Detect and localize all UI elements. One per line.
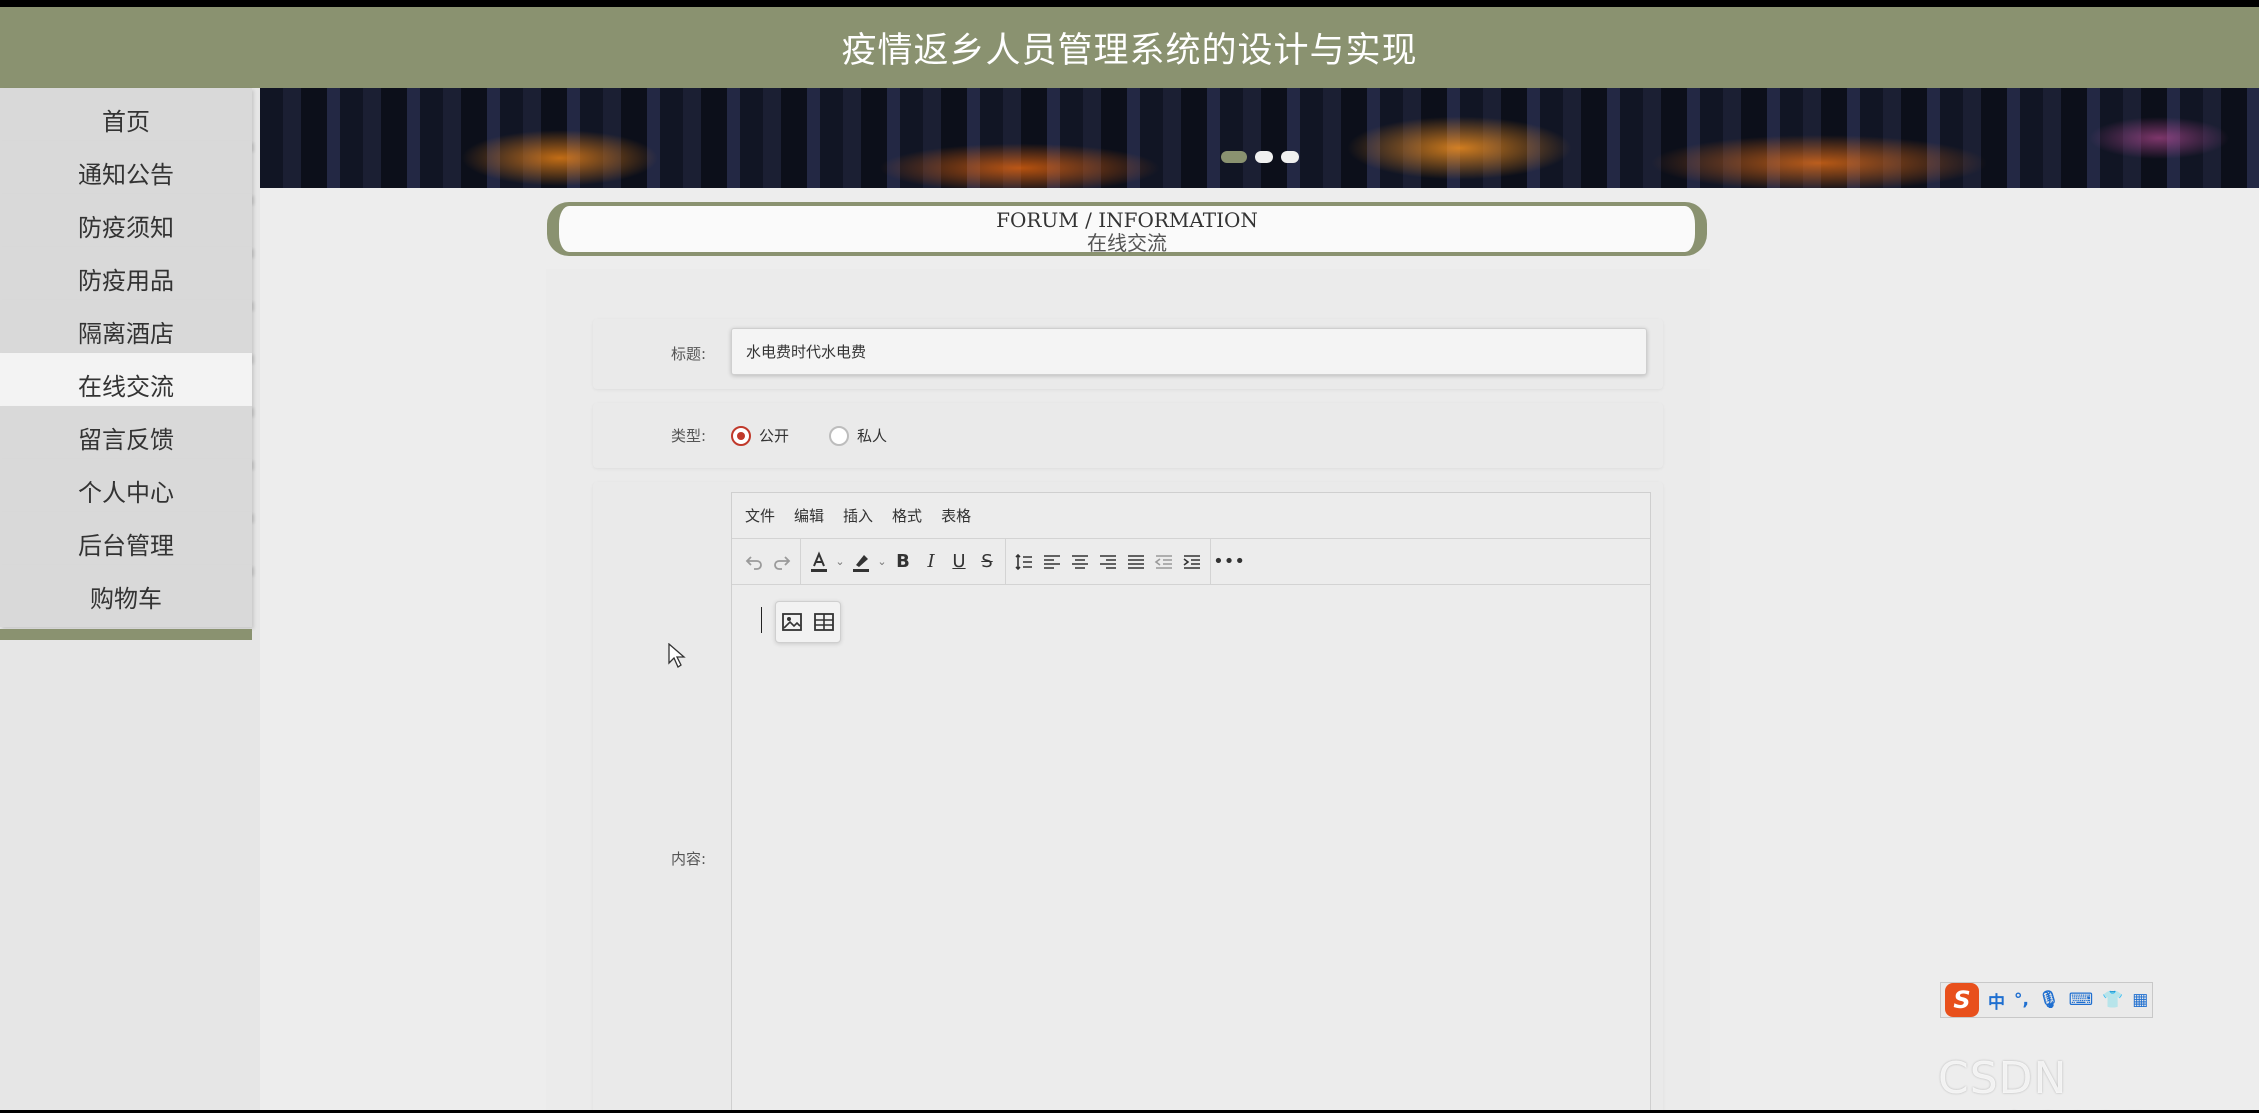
mouse-cursor-icon [668,642,686,673]
menu-format[interactable]: 格式 [892,505,922,526]
ime-logo-icon: S [1945,983,1979,1017]
chevron-down-icon[interactable]: ⌄ [875,555,889,568]
toolbox-icon[interactable]: ▦ [2132,990,2148,1010]
type-row: 类型: 公开 私人 [593,403,1663,468]
app-title: 疫情返乡人员管理系统的设计与实现 [841,31,1418,71]
radio-private[interactable] [829,425,849,446]
sidebar-nav: 首页 通知公告 防疫须知 防疫用品 隔离酒店 在线交流 留言反馈 个人中心 后台… [0,88,260,1110]
editor-toolbar: ⌄ ⌄ B I U S ••• [732,539,1650,585]
title-row: 标题: [593,319,1663,389]
align-right-icon[interactable] [1094,545,1122,579]
carousel-dot-1[interactable] [1221,151,1247,163]
editor-menubar: 文件 编辑 插入 格式 表格 [732,493,1650,539]
title-label: 标题: [670,345,706,363]
align-center-icon[interactable] [1066,545,1094,579]
menu-edit[interactable]: 编辑 [794,505,824,526]
menu-insert[interactable]: 插入 [843,505,873,526]
bold-icon[interactable]: B [889,545,917,579]
indent-icon[interactable] [1178,545,1206,579]
banner-carousel [260,88,2259,188]
punctuation-icon[interactable]: °, [2014,990,2029,1010]
type-public-option[interactable]: 公开 [731,425,789,446]
section-title-cn: 在线交流 [1087,231,1167,255]
carousel-dot-3[interactable] [1281,151,1299,163]
chevron-down-icon[interactable]: ⌄ [833,555,847,568]
browser-viewport: 疫情返乡人员管理系统的设计与实现 首页 通知公告 防疫须知 防疫用品 隔离酒店 … [0,7,2259,1110]
menu-file[interactable]: 文件 [745,505,775,526]
outdent-icon[interactable] [1150,545,1178,579]
section-title-box: FORUM / INFORMATION 在线交流 [547,202,1707,256]
redo-icon[interactable] [768,545,796,579]
strikethrough-icon[interactable]: S [973,545,1001,579]
section-title-en: FORUM / INFORMATION [996,208,1258,232]
app-header: 疫情返乡人员管理系统的设计与实现 [0,7,2259,88]
undo-icon[interactable] [740,545,768,579]
editor-content-area[interactable] [732,585,1650,1110]
radio-public[interactable] [731,425,751,446]
carousel-dot-2[interactable] [1255,151,1273,163]
watermark: CSDN @ck3025 [1938,1053,2150,1110]
microphone-icon[interactable]: 🎙 [2038,990,2060,1010]
content-label: 内容: [670,850,706,868]
ime-mode-label[interactable]: 中 [1988,988,2005,1013]
radio-private-label: 私人 [857,427,888,445]
line-height-icon[interactable] [1010,545,1038,579]
type-label: 类型: [670,427,706,445]
more-icon[interactable]: ••• [1213,545,1245,579]
text-caret [761,607,762,633]
keyboard-icon[interactable]: ⌨ [2069,990,2094,1010]
italic-icon[interactable]: I [917,545,945,579]
radio-public-label: 公开 [759,427,790,445]
skin-icon[interactable]: 👕 [2102,990,2123,1010]
quick-insert-popup [775,601,841,643]
table-icon[interactable] [811,609,837,635]
underline-icon[interactable]: U [945,545,973,579]
highlight-color-icon[interactable] [847,545,875,579]
justify-icon[interactable] [1122,545,1150,579]
text-color-icon[interactable] [805,545,833,579]
image-icon[interactable] [779,609,805,635]
content-row: 内容: 文件 编辑 插入 格式 表格 ⌄ ⌄ B I U S ••• [593,482,1663,1110]
title-input[interactable] [731,328,1647,375]
type-private-option[interactable]: 私人 [829,425,887,446]
menu-table[interactable]: 表格 [941,505,971,526]
align-left-icon[interactable] [1038,545,1066,579]
rich-text-editor[interactable]: 文件 编辑 插入 格式 表格 ⌄ ⌄ B I U S ••• [731,492,1651,1110]
ime-toolbar[interactable]: S 中 °, 🎙 ⌨ 👕 ▦ [1940,982,2153,1018]
sidebar-item-cart[interactable]: 购物车 [0,565,252,640]
